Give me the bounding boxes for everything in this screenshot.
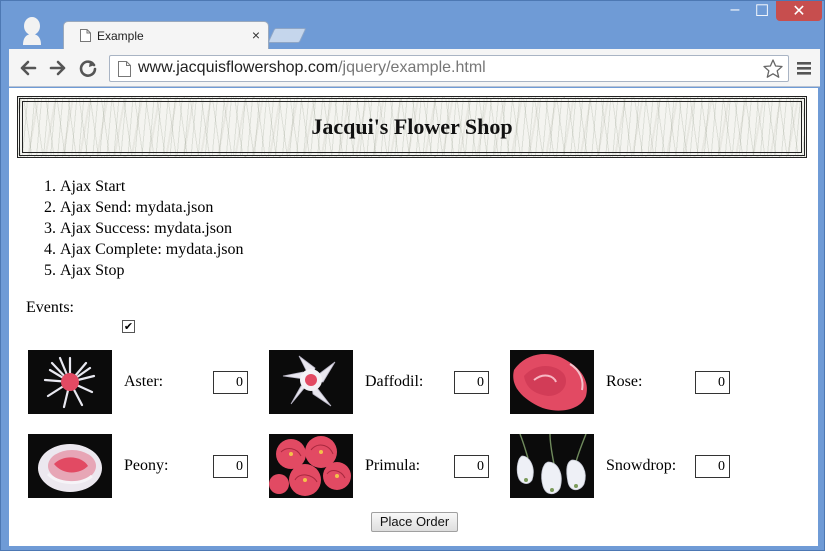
close-window-button[interactable]: ✕ [776,1,822,21]
url-host: www.jacquisflowershop.com [138,59,339,76]
shop-header: Jacqui's Flower Shop [17,96,807,158]
tab-title: Example [97,29,144,43]
forward-arrow-icon[interactable] [47,57,69,79]
maximize-button[interactable]: ☐ [749,1,775,21]
list-item: Ajax Stop [60,260,244,281]
product-aster: Aster: 0 [28,350,263,414]
product-primula: Primula: 0 [269,434,504,498]
product-daffodil: Daffodil: 0 [269,350,504,414]
product-peony: Peony: 0 [28,434,263,498]
rose-quantity-input[interactable]: 0 [695,371,730,394]
minimize-button[interactable]: – [722,1,748,21]
events-label: Events: [26,299,74,316]
product-label: Peony: [124,457,169,474]
tab-close-icon[interactable]: × [248,26,264,44]
browser-tab[interactable]: Example × [63,21,269,49]
list-item: Ajax Complete: mydata.json [60,239,244,260]
peony-flower-image [28,434,112,498]
aster-quantity-input[interactable]: 0 [213,371,248,394]
title-bar: Example × – ☐ ✕ [1,1,825,49]
product-label: Snowdrop: [606,457,677,474]
browser-window: Example × – ☐ ✕ www.jacquisflowershop.co… [0,0,825,551]
address-bar[interactable]: www.jacquisflowershop.com/jquery/example… [109,55,789,82]
list-item: Ajax Send: mydata.json [60,197,244,218]
aster-flower-image [28,350,112,414]
browser-toolbar: www.jacquisflowershop.com/jquery/example… [9,49,820,87]
list-item: Ajax Success: mydata.json [60,218,244,239]
back-arrow-icon[interactable] [17,57,39,79]
product-label: Rose: [606,373,643,390]
daffodil-flower-image [269,350,353,414]
product-label: Daffodil: [365,373,424,390]
product-snowdrop: Snowdrop: 0 [510,434,745,498]
reload-icon[interactable] [77,57,99,79]
ajax-events-list: Ajax Start Ajax Send: mydata.json Ajax S… [26,176,244,281]
page-viewport: Jacqui's Flower Shop Ajax Start Ajax Sen… [9,88,818,546]
place-order-button[interactable]: Place Order [371,512,458,532]
primula-flower-image [269,434,353,498]
peony-quantity-input[interactable]: 0 [213,455,248,478]
bookmark-star-icon[interactable] [762,58,784,80]
page-info-icon[interactable] [118,61,131,77]
document-icon [80,29,91,42]
shop-title: Jacqui's Flower Shop [311,114,513,139]
profile-avatar-icon[interactable] [19,15,45,45]
new-tab-button[interactable] [267,28,307,43]
events-checkbox[interactable]: ✔ [122,320,135,333]
product-label: Primula: [365,457,421,474]
product-rose: Rose: 0 [510,350,745,414]
url-text[interactable]: www.jacquisflowershop.com/jquery/example… [138,59,486,77]
list-item: Ajax Start [60,176,244,197]
snowdrop-flower-image [510,434,594,498]
primula-quantity-input[interactable]: 0 [454,455,489,478]
daffodil-quantity-input[interactable]: 0 [454,371,489,394]
url-path: /jquery/example.html [338,59,486,76]
product-label: Aster: [124,373,164,390]
menu-icon[interactable] [795,58,813,78]
rose-flower-image [510,350,594,414]
snowdrop-quantity-input[interactable]: 0 [695,455,730,478]
